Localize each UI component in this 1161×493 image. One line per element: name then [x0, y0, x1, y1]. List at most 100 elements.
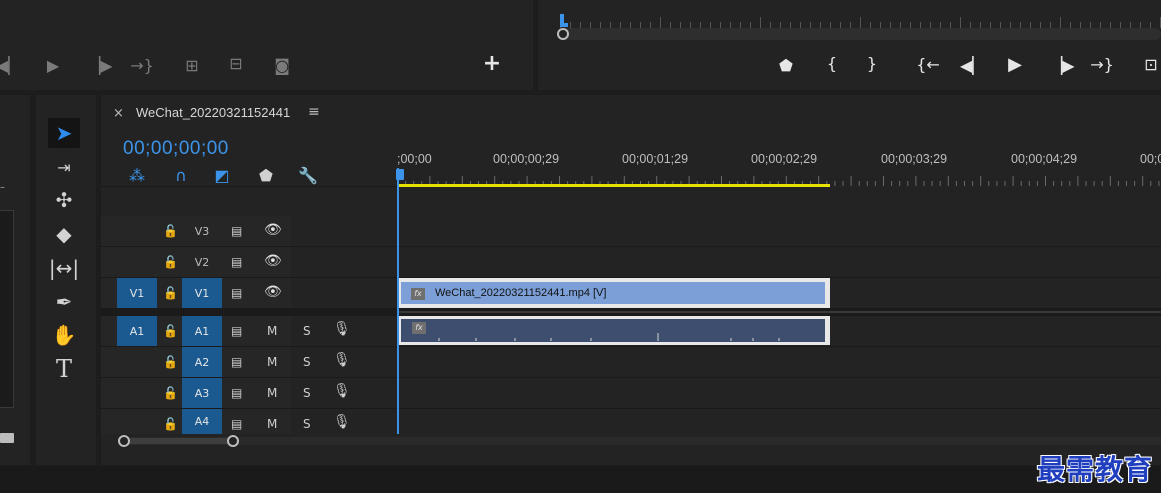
step-forward-icon-program[interactable]: ▕▶ — [1050, 58, 1075, 74]
snap-icon[interactable]: ∩ — [170, 166, 192, 185]
close-tab-icon[interactable]: × — [113, 106, 124, 121]
playhead-timecode[interactable]: 00;00;00;00 — [123, 138, 229, 160]
program-scrub-bar[interactable] — [557, 28, 1161, 40]
header-divider — [101, 186, 397, 187]
sync-lock-icon[interactable]: ▤ — [231, 255, 242, 269]
lock-icon[interactable]: 🔓 — [163, 355, 178, 369]
track-row-v3[interactable]: 🔓 V3 ▤ 👁 — [101, 216, 1161, 247]
fx-badge[interactable]: fx — [411, 288, 425, 300]
project-panel-truncated-text: – — [0, 182, 5, 193]
program-monitor-ruler[interactable] — [560, 14, 1161, 28]
go-to-out-icon-program[interactable]: →} — [1089, 57, 1115, 73]
eye-icon[interactable]: 👁 — [264, 284, 282, 300]
playhead-line[interactable] — [397, 168, 399, 434]
pen-tool-icon[interactable]: ✒ — [48, 287, 80, 317]
source-patch-a1[interactable]: A1 — [117, 316, 157, 346]
mute-button[interactable]: M — [267, 324, 277, 338]
eye-icon[interactable]: 👁 — [264, 253, 282, 269]
linked-selection-icon[interactable]: ◩ — [211, 166, 233, 185]
lock-icon[interactable]: 🔓 — [163, 324, 178, 338]
project-panel-list-edge — [0, 210, 14, 408]
microphone-icon[interactable]: 🎙 — [333, 414, 351, 430]
eye-icon[interactable]: 👁 — [264, 222, 282, 238]
microphone-icon[interactable]: 🎙 — [333, 321, 351, 337]
lock-icon[interactable]: 🔓 — [163, 224, 178, 238]
selection-tool-icon[interactable]: ➤ — [48, 118, 80, 148]
marker-icon[interactable]: ⬟ — [776, 58, 796, 74]
solo-button[interactable]: S — [303, 417, 311, 431]
step-back-icon-program[interactable]: ◀▏ — [960, 58, 985, 74]
track-select-tool-icon[interactable]: ⇥ — [48, 152, 80, 182]
scrub-handle[interactable] — [557, 28, 569, 40]
hand-tool-icon[interactable]: ✋ — [48, 320, 80, 350]
step-back-icon[interactable]: ◀▏ — [0, 58, 21, 74]
sync-lock-icon[interactable]: ▤ — [231, 417, 242, 431]
track-name-a3[interactable]: A3 — [182, 378, 222, 408]
track-row-a3[interactable]: 🔓 A3 ▤ M S 🎙 — [101, 378, 1161, 409]
ruler-label: 00;00;02;29 — [751, 152, 818, 166]
track-row-a4[interactable]: 🔓 A4 ▤ M S 🎙 — [101, 409, 1161, 434]
track-name-v1[interactable]: V1 — [182, 278, 222, 308]
sync-lock-icon[interactable]: ▤ — [231, 286, 242, 300]
lock-icon[interactable]: 🔓 — [163, 255, 178, 269]
step-forward-icon[interactable]: ▕▶ — [88, 58, 113, 74]
microphone-icon[interactable]: 🎙 — [333, 383, 351, 399]
audio-clip[interactable]: fx — [398, 316, 830, 345]
mark-in-icon[interactable]: { — [822, 56, 842, 72]
new-bin-icon[interactable] — [0, 433, 14, 443]
export-frame-icon[interactable]: ◙ — [272, 58, 292, 74]
track-name-a1[interactable]: A1 — [182, 316, 222, 346]
panel-menu-icon[interactable]: ≡ — [308, 104, 320, 120]
mute-button[interactable]: M — [267, 355, 277, 369]
lock-icon[interactable]: 🔓 — [163, 386, 178, 400]
zoom-scroll-track[interactable] — [118, 437, 1161, 445]
solo-button[interactable]: S — [303, 355, 311, 369]
type-tool-icon[interactable]: T — [48, 354, 80, 384]
track-name-a4[interactable]: A4 — [182, 409, 222, 434]
track-row-a2[interactable]: 🔓 A2 ▤ M S 🎙 — [101, 347, 1161, 378]
track-row-v2[interactable]: 🔓 V2 ▤ 👁 — [101, 247, 1161, 278]
mute-button[interactable]: M — [267, 386, 277, 400]
add-marker-icon[interactable]: ⬟ — [255, 166, 277, 185]
microphone-icon[interactable]: 🎙 — [333, 352, 351, 368]
add-button-icon[interactable]: + — [482, 53, 502, 75]
lift-icon[interactable]: ⊡ — [1141, 57, 1161, 73]
sync-lock-icon[interactable]: ▤ — [231, 224, 242, 238]
track-name-v2[interactable]: V2 — [182, 247, 222, 277]
go-to-in-icon[interactable]: {← — [915, 57, 941, 73]
razor-tool-icon[interactable]: ◆ — [48, 219, 80, 249]
sync-lock-icon[interactable]: ▤ — [231, 386, 242, 400]
watermark: 最需教育 — [1037, 453, 1154, 486]
playhead-handle[interactable] — [396, 169, 404, 180]
ruler-label: 00;00;03;29 — [881, 152, 948, 166]
sync-lock-icon[interactable]: ▤ — [231, 324, 242, 338]
mark-out-icon[interactable]: } — [862, 56, 882, 72]
overwrite-icon[interactable]: ⊟ — [226, 56, 246, 72]
solo-button[interactable]: S — [303, 386, 311, 400]
play-icon[interactable]: ▶ — [43, 58, 63, 74]
settings-wrench-icon[interactable]: 🔧 — [297, 166, 319, 185]
sync-lock-icon[interactable]: ▤ — [231, 355, 242, 369]
mute-button[interactable]: M — [267, 417, 277, 431]
insert-icon[interactable]: ⊞ — [182, 58, 202, 74]
ripple-edit-tool-icon[interactable]: ✣ — [48, 185, 80, 215]
source-patch-v1[interactable]: V1 — [117, 278, 157, 308]
track-name-v3[interactable]: V3 — [182, 216, 222, 246]
track-name-a2[interactable]: A2 — [182, 347, 222, 377]
video-clip[interactable]: fx WeChat_20220321152441.mp4 [V] — [398, 278, 830, 308]
tools-panel: ➤ ⇥ ✣ ◆ |↔| ✒ ✋ T — [36, 95, 96, 465]
zoom-scroll-thumb[interactable] — [124, 438, 234, 444]
solo-button[interactable]: S — [303, 324, 311, 338]
source-monitor-panel: ◀▏ ▶ ▕▶ →} ⊞ ⊟ ◙ + — [0, 0, 533, 90]
ruler-label: 00;00;01;29 — [622, 152, 689, 166]
nest-icon[interactable]: ⁂ — [126, 166, 148, 185]
play-icon-program[interactable]: ▶ — [1005, 56, 1025, 74]
slip-tool-icon[interactable]: |↔| — [48, 253, 80, 283]
go-to-out-icon[interactable]: →} — [129, 58, 155, 74]
lock-icon[interactable]: 🔓 — [163, 417, 178, 431]
work-area-bar[interactable] — [398, 184, 830, 187]
lock-icon[interactable]: 🔓 — [163, 286, 178, 300]
sequence-tab-title[interactable]: WeChat_20220321152441 — [136, 105, 290, 120]
zoom-handle-left[interactable] — [118, 435, 130, 447]
zoom-handle-right[interactable] — [227, 435, 239, 447]
